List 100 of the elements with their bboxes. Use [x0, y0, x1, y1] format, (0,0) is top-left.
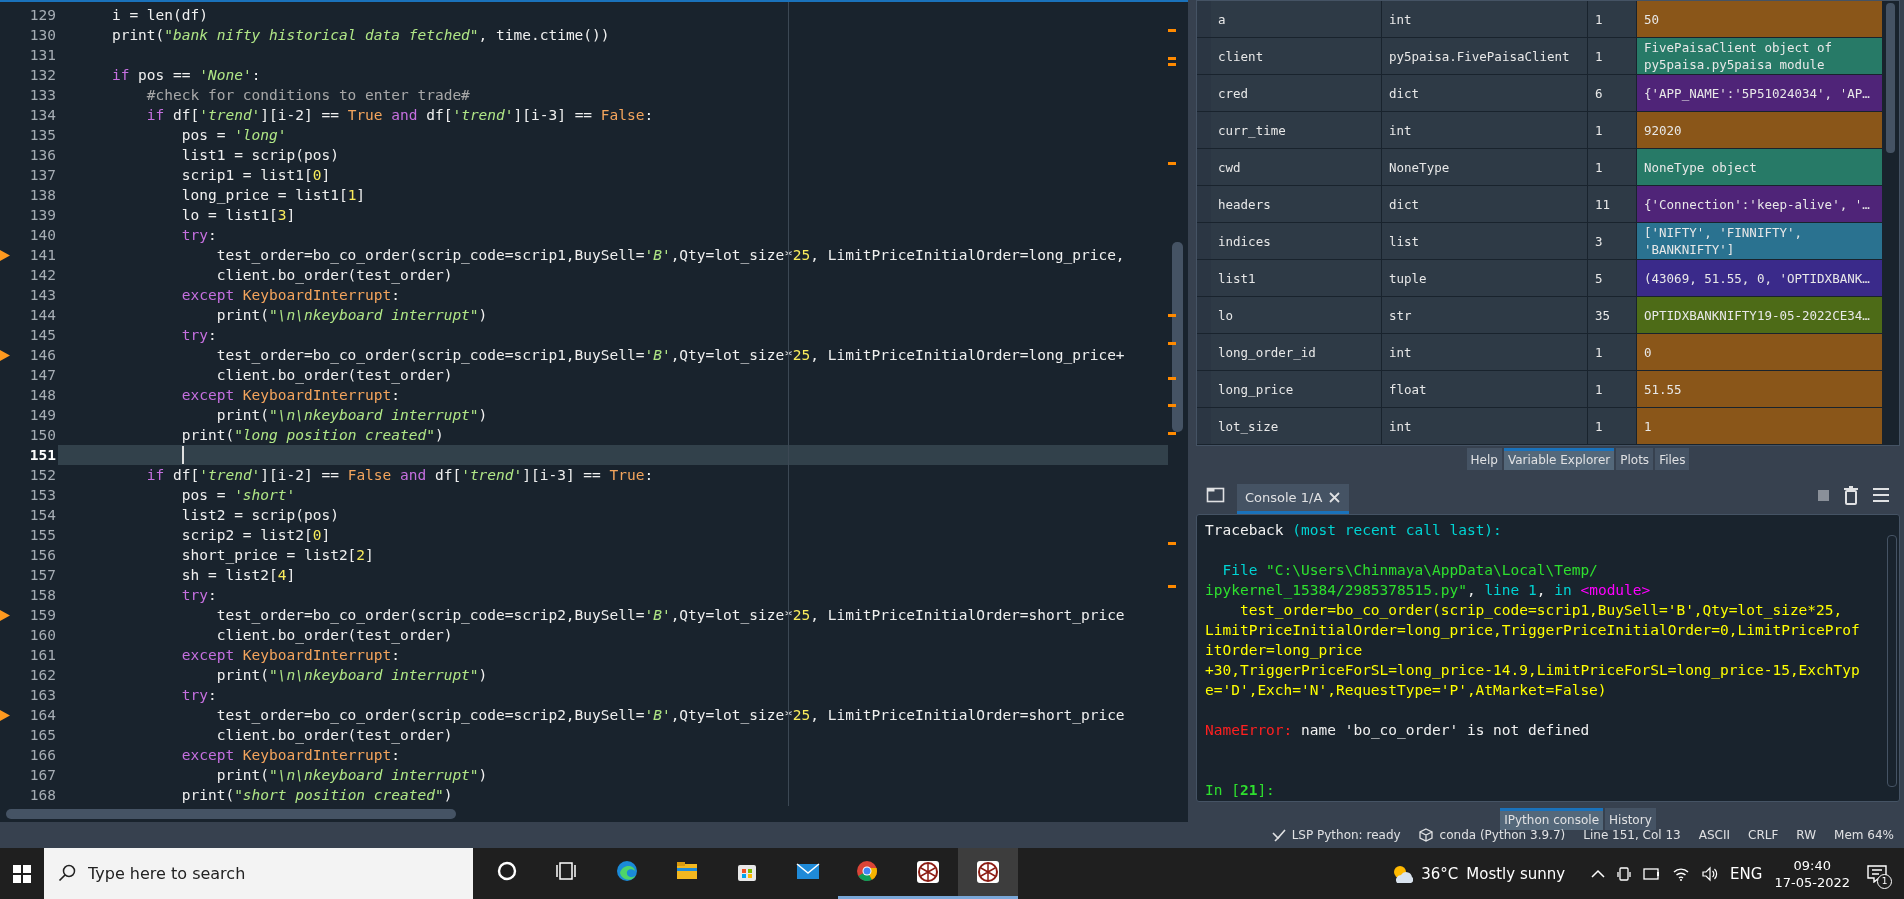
- table-cell: 1: [1588, 334, 1637, 370]
- code-line: client.bo_order(test_order): [215, 626, 454, 645]
- tab[interactable]: IPython console: [1500, 808, 1604, 830]
- line-number: 147: [28, 367, 57, 383]
- line-number: 163: [28, 687, 57, 703]
- code-line: print("long position created"): [180, 426, 445, 445]
- table-cell: 6: [1588, 75, 1637, 111]
- console-line: LimitPriceInitialOrder=long_price,TriggerPriceInitialOrder=0,LimitPriceProf: [1205, 621, 1861, 640]
- line-number: 160: [28, 627, 57, 643]
- console-line: NameError: name 'bo_co_order' is not defined: [1205, 721, 1591, 740]
- code-line: except KeyboardInterrupt:: [180, 646, 401, 665]
- tab[interactable]: Files: [1655, 448, 1690, 470]
- check-icon: [1270, 827, 1286, 843]
- console-line: +30,TriggerPriceForSL=long_price-14.9,LimitPriceForSL=long_price-15,ExchTyp: [1205, 661, 1861, 680]
- console-line: test_order=bo_co_order(scrip_code=scrip1,BuySell='B',Qty=lot_size*25,: [1238, 601, 1844, 620]
- line-number: 134: [28, 107, 57, 123]
- line-number: 138: [28, 187, 57, 203]
- tab[interactable]: History: [1605, 808, 1656, 830]
- warning-marker: [1168, 63, 1176, 66]
- clock[interactable]: 09:40 17-05-2022: [1774, 856, 1850, 891]
- status-text: LSP Python: ready: [1291, 828, 1401, 842]
- table-cell: cwd: [1211, 149, 1382, 185]
- row-header: [1197, 260, 1211, 296]
- scrollbar-thumb[interactable]: [1886, 3, 1895, 153]
- table-cell: curr_time: [1211, 112, 1382, 148]
- notification-icon[interactable]: [1867, 864, 1887, 883]
- table-cell: list: [1382, 223, 1588, 259]
- line-number: 129: [28, 7, 57, 23]
- tab[interactable]: Variable Explorer: [1503, 448, 1615, 470]
- line-number: 136: [28, 147, 57, 163]
- console-tab[interactable]: Console 1/A: [1237, 484, 1350, 514]
- line-number: 166: [28, 747, 57, 763]
- battery-icon[interactable]: [1643, 865, 1661, 882]
- warning-marker: [1168, 585, 1176, 588]
- table-cell: 1: [1637, 408, 1883, 444]
- line-number: 139: [28, 207, 57, 223]
- row-header: [1197, 112, 1211, 148]
- code-line: list2 = scrip(pos): [180, 506, 340, 525]
- line-number: 146: [28, 347, 57, 363]
- tab[interactable]: Help: [1466, 448, 1502, 470]
- code-line: long_price = list1[1]: [180, 186, 367, 205]
- scrollbar-thumb[interactable]: [6, 809, 456, 819]
- menu-icon[interactable]: [1872, 486, 1890, 504]
- code-line: lo = list1[3]: [180, 206, 297, 225]
- speaker-icon[interactable]: [1702, 865, 1719, 882]
- table-cell: 50: [1637, 1, 1883, 37]
- close-icon[interactable]: [1328, 491, 1342, 504]
- table-cell: 1: [1588, 1, 1637, 37]
- browser-icon: [856, 860, 880, 884]
- scrollbar-thumb[interactable]: [1887, 535, 1897, 787]
- line-number: 141: [28, 247, 57, 263]
- table-cell: client: [1211, 38, 1382, 74]
- warning-marker: [1168, 377, 1176, 380]
- window-icon[interactable]: [1206, 486, 1225, 504]
- warning-marker: [1168, 432, 1176, 435]
- code-line: except KeyboardInterrupt:: [180, 746, 401, 765]
- warning-marker: [1168, 162, 1176, 165]
- stop-icon[interactable]: [1817, 488, 1830, 502]
- trash-icon[interactable]: [1842, 485, 1860, 505]
- table-cell: 5: [1588, 260, 1637, 296]
- table-cell: 3: [1588, 223, 1637, 259]
- code-line: except KeyboardInterrupt:: [180, 286, 401, 305]
- console-line: itOrder=long_price: [1205, 641, 1364, 660]
- code-line: try:: [180, 686, 218, 705]
- code-line: if df['trend'][i-2] == True and df['trend'][i-3] == False:: [145, 106, 655, 125]
- code-line: if pos == 'None':: [110, 66, 262, 85]
- line-number: 154: [28, 507, 57, 523]
- code-line: test_order=bo_co_order(scrip_code=scrip2,BuySell='B',Qty=lot_size*25, LimitPriceInitialOrder=short_price: [215, 606, 1126, 625]
- table-cell: 35: [1588, 297, 1637, 333]
- row-header: [1197, 334, 1211, 370]
- code-line: pos = 'short': [180, 486, 297, 505]
- search-field[interactable]: Type here to search: [44, 848, 473, 899]
- code-line: try:: [180, 326, 218, 345]
- console-line: e='D',Exch='N',RequestType='P',AtMarket=False): [1205, 681, 1608, 700]
- console-line: Traceback (most recent call last):: [1205, 521, 1503, 540]
- table-cell: dict: [1382, 75, 1588, 111]
- code-line: short_price = list2[2]: [180, 546, 375, 565]
- row-header: [1197, 408, 1211, 444]
- windows-start-icon[interactable]: [13, 864, 31, 883]
- taskbar-app[interactable]: [958, 848, 1018, 899]
- line-number: 137: [28, 167, 57, 183]
- tab[interactable]: Plots: [1616, 448, 1654, 470]
- table-cell: 1: [1588, 149, 1637, 185]
- row-header: [1197, 38, 1211, 74]
- cube-icon: [1418, 827, 1434, 843]
- web-icon: [976, 860, 1000, 884]
- browser-icon: [616, 860, 640, 884]
- search-icon: [58, 864, 76, 882]
- code-editor[interactable]: [0, 0, 1188, 822]
- chevron-up-icon[interactable]: [1591, 868, 1606, 879]
- device-icon[interactable]: [1617, 866, 1632, 881]
- language-indicator[interactable]: ENG: [1730, 864, 1763, 883]
- row-header: [1197, 223, 1211, 259]
- table-cell: list1: [1211, 260, 1382, 296]
- row-header: [1197, 371, 1211, 407]
- code-line: except KeyboardInterrupt:: [180, 386, 401, 405]
- code-line: client.bo_order(test_order): [215, 366, 454, 385]
- line-number: 168: [28, 787, 57, 803]
- weather-widget[interactable]: 36°C Mostly sunny: [1391, 862, 1566, 885]
- scrollbar-thumb[interactable]: [1172, 242, 1183, 432]
